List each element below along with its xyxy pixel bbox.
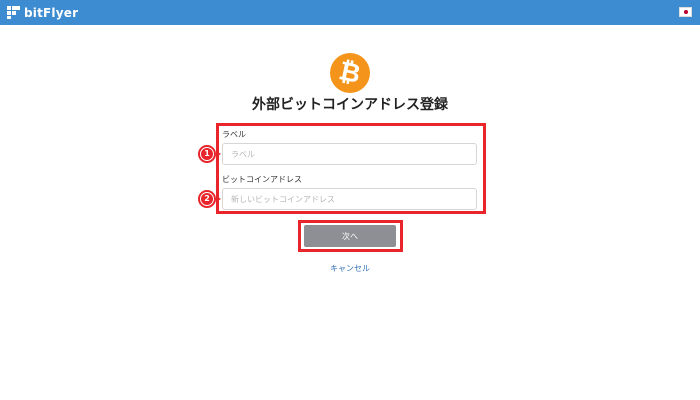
step-number-1: 1: [201, 148, 213, 160]
step-number-2: 2: [201, 193, 213, 205]
label-field-label: ラベル: [222, 130, 246, 139]
step-badge-1: 1: [198, 145, 216, 163]
step-badge-2: 2: [198, 190, 216, 208]
page-title: 外部ビットコインアドレス登録: [252, 97, 448, 113]
step-pointer-2-icon: [216, 196, 221, 202]
japan-flag-icon[interactable]: [679, 7, 692, 17]
address-field-label: ビットコインアドレス: [222, 175, 302, 184]
bitcoin-icon: ₿: [330, 53, 370, 93]
top-bar: bitFlyer: [0, 0, 700, 25]
bitflyer-logo-icon: [7, 6, 20, 19]
cancel-link[interactable]: キャンセル: [300, 263, 400, 274]
brand-name: bitFlyer: [24, 5, 79, 20]
label-input[interactable]: [222, 143, 477, 165]
bitcoin-symbol: ₿: [336, 56, 364, 90]
bitcoin-address-input[interactable]: [222, 188, 477, 210]
step-pointer-1-icon: [216, 151, 221, 157]
next-button[interactable]: 次へ: [304, 225, 396, 247]
bitflyer-logo[interactable]: bitFlyer: [7, 5, 78, 20]
